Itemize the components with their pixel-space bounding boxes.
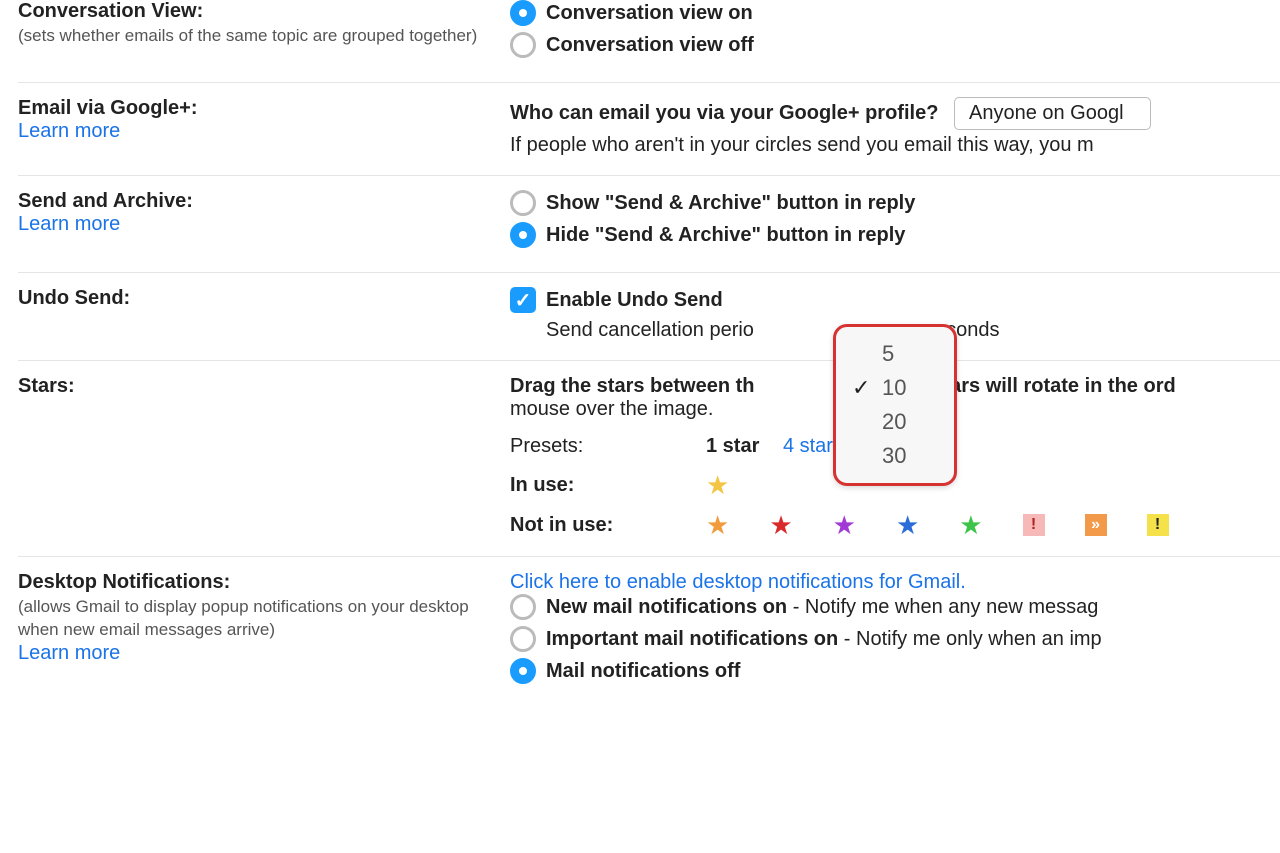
inuse-label: In use: bbox=[510, 474, 690, 497]
mail-notif-off-label: Mail notifications off bbox=[546, 660, 740, 683]
star-purple-icon[interactable]: ★ bbox=[833, 512, 856, 538]
conversation-off-label: Conversation view off bbox=[546, 34, 754, 57]
undo-option-10[interactable]: 10 bbox=[836, 371, 954, 405]
send-archive-show-radio[interactable] bbox=[510, 190, 536, 216]
send-archive-learn-more-link[interactable]: Learn more bbox=[18, 213, 490, 236]
stars-label: Stars: bbox=[18, 375, 490, 398]
send-archive-hide-label: Hide "Send & Archive" button in reply bbox=[546, 224, 905, 247]
presets-label: Presets: bbox=[510, 435, 690, 458]
undo-send-label: Undo Send: bbox=[18, 287, 490, 310]
stars-desc-1: Drag the stars between th bbox=[510, 375, 755, 397]
new-mail-notif-rest: - Notify me when any new messag bbox=[787, 596, 1098, 618]
enable-undo-send-checkbox[interactable]: ✓ bbox=[510, 287, 536, 313]
yellow-bang-icon[interactable]: ! bbox=[1147, 514, 1169, 536]
notinuse-label: Not in use: bbox=[510, 514, 690, 537]
googleplus-desc: If people who aren't in your circles sen… bbox=[510, 134, 1280, 157]
mail-notif-off-radio[interactable] bbox=[510, 658, 536, 684]
preset-1star[interactable]: 1 star bbox=[706, 435, 759, 457]
conversation-on-radio[interactable] bbox=[510, 0, 536, 26]
star-yellow-icon[interactable]: ★ bbox=[706, 472, 729, 498]
new-mail-notif-radio[interactable] bbox=[510, 594, 536, 620]
star-blue-icon[interactable]: ★ bbox=[896, 512, 919, 538]
new-mail-notif-bold: New mail notifications on bbox=[546, 596, 787, 618]
star-red-icon[interactable]: ★ bbox=[769, 512, 792, 538]
conversation-view-sub: (sets whether emails of the same topic a… bbox=[18, 25, 490, 48]
googleplus-label: Email via Google+: bbox=[18, 97, 490, 120]
desktop-notifications-sub: (allows Gmail to display popup notificat… bbox=[18, 596, 490, 642]
undo-option-30[interactable]: 30 bbox=[836, 439, 954, 473]
important-mail-notif-bold: Important mail notifications on bbox=[546, 628, 838, 650]
googleplus-who-select[interactable]: Anyone on Googl bbox=[954, 97, 1151, 130]
desktop-learn-more-link[interactable]: Learn more bbox=[18, 642, 490, 665]
undo-option-20[interactable]: 20 bbox=[836, 405, 954, 439]
send-archive-label: Send and Archive: bbox=[18, 190, 490, 213]
red-bang-icon[interactable]: ! bbox=[1023, 514, 1045, 536]
send-archive-hide-radio[interactable] bbox=[510, 222, 536, 248]
orange-arrows-icon[interactable]: » bbox=[1085, 514, 1107, 536]
undo-seconds-dropdown[interactable]: 5 10 20 30 bbox=[833, 324, 957, 486]
conversation-view-label: Conversation View: bbox=[18, 0, 490, 23]
star-green-icon[interactable]: ★ bbox=[959, 512, 982, 538]
googleplus-learn-more-link[interactable]: Learn more bbox=[18, 120, 490, 143]
undo-option-5[interactable]: 5 bbox=[836, 337, 954, 371]
desktop-notifications-label: Desktop Notifications: bbox=[18, 571, 490, 594]
undo-period-prefix: Send cancellation perio bbox=[546, 319, 754, 341]
send-archive-show-label: Show "Send & Archive" button in reply bbox=[546, 192, 915, 215]
important-mail-notif-rest: - Notify me only when an imp bbox=[838, 628, 1101, 650]
conversation-on-label: Conversation view on bbox=[546, 2, 753, 25]
enable-desktop-notifications-link[interactable]: Click here to enable desktop notificatio… bbox=[510, 571, 1280, 594]
star-orange-icon[interactable]: ★ bbox=[706, 512, 729, 538]
important-mail-notif-radio[interactable] bbox=[510, 626, 536, 652]
conversation-off-radio[interactable] bbox=[510, 32, 536, 58]
googleplus-question: Who can email you via your Google+ profi… bbox=[510, 102, 938, 124]
enable-undo-send-label: Enable Undo Send bbox=[546, 289, 723, 312]
